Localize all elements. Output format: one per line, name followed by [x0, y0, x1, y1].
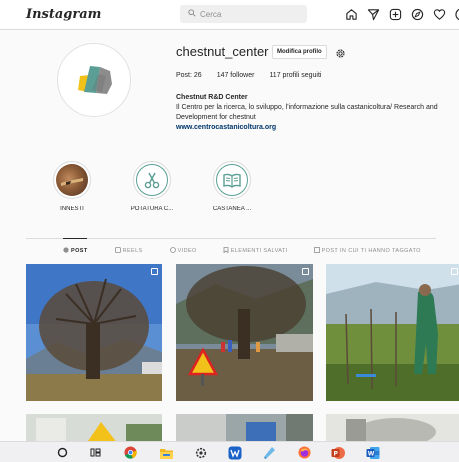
post-tile[interactable] — [176, 414, 313, 444]
post-image-warning-sign — [176, 264, 313, 401]
post-image-preview — [26, 414, 162, 444]
add-post-icon[interactable] — [387, 6, 403, 22]
settings-gear-icon[interactable] — [335, 46, 346, 58]
svg-text:W: W — [367, 450, 374, 457]
search-input[interactable]: Cerca — [180, 5, 307, 23]
post-tile[interactable] — [326, 264, 459, 401]
following-count[interactable]: 117 profili seguiti — [269, 72, 321, 79]
firefox-icon[interactable] — [297, 445, 312, 460]
heart-icon[interactable] — [431, 6, 447, 22]
tab-post[interactable]: POST — [63, 247, 88, 255]
tab-video[interactable]: VIDEO — [169, 247, 197, 255]
nav-icon-group — [343, 6, 459, 22]
highlight-potatura[interactable]: POTATURA C... — [124, 161, 180, 212]
scissors-icon — [136, 164, 168, 196]
search-icon — [188, 9, 196, 19]
profile-stats: Post: 26 147 follower 117 profili seguit… — [176, 72, 321, 79]
windows-taskbar: P W — [0, 441, 459, 462]
profile-picture[interactable] — [57, 43, 131, 117]
tab-saved[interactable]: ELEMENTI SALVATI — [223, 247, 288, 255]
profile-username: chestnut_center — [176, 44, 269, 59]
website-link[interactable]: www.centrocastanicoltura.org — [176, 123, 456, 133]
reels-icon — [114, 247, 121, 255]
paint-icon[interactable] — [262, 445, 277, 460]
bio-text: Il Centro per la ricerca, lo sviluppo, l… — [176, 104, 438, 121]
tab-tagged[interactable]: POST IN CUI TI HANNO TAGGATO — [313, 247, 421, 255]
tab-divider — [26, 238, 436, 239]
tab-label: VIDEO — [177, 248, 197, 254]
chestnut-center-logo-icon — [78, 66, 112, 94]
post-image-chestnut-tree — [26, 264, 162, 401]
multiple-images-icon — [451, 268, 458, 275]
tab-label: REELS — [122, 248, 143, 254]
highlight-castanea[interactable]: CASTANEA ... — [204, 161, 260, 212]
posts-count: Post: 26 — [176, 72, 202, 79]
post-tile[interactable] — [326, 414, 459, 444]
tab-reels[interactable]: REELS — [114, 247, 143, 255]
top-navigation-bar: Instagram Cerca — [0, 0, 459, 30]
story-highlights: INNESTI POTATURA C... CASTANEA ... — [44, 161, 260, 212]
multiple-images-icon — [151, 268, 158, 275]
profile-tabs: POST REELS VIDEO ELEMENTI SALVATI POST I… — [26, 247, 436, 255]
book-icon — [216, 164, 248, 196]
highlight-label: POTATURA C... — [130, 206, 174, 212]
grid-icon — [63, 247, 69, 255]
highlight-innesti[interactable]: INNESTI — [44, 161, 100, 212]
video-icon — [169, 247, 176, 255]
post-tile[interactable] — [26, 414, 162, 444]
search-placeholder: Cerca — [200, 9, 222, 19]
profile-bio: Chestnut R&D Center Il Centro per la ric… — [176, 93, 456, 133]
file-explorer-icon[interactable] — [159, 445, 174, 460]
task-view-icon[interactable] — [88, 445, 103, 460]
highlight-label: INNESTI — [60, 206, 84, 212]
start-icon[interactable] — [55, 445, 70, 460]
store-icon[interactable] — [227, 445, 242, 460]
svg-text:P: P — [333, 450, 338, 457]
explore-icon[interactable] — [409, 6, 425, 22]
active-tab-indicator — [63, 238, 87, 239]
post-tile[interactable] — [26, 264, 162, 401]
post-tile[interactable] — [176, 264, 313, 401]
instagram-logo[interactable]: Instagram — [26, 7, 101, 22]
tab-label: ELEMENTI SALVATI — [230, 248, 288, 254]
bookmark-icon — [223, 247, 229, 255]
instagram-profile-page: Instagram Cerca chestnut_center Modifica… — [0, 0, 459, 462]
tag-icon — [313, 247, 320, 255]
tab-label: POST — [71, 248, 88, 254]
edit-profile-button[interactable]: Modifica profilo — [272, 45, 327, 59]
highlight-label: CASTANEA ... — [212, 206, 252, 212]
post-image-orchard-worker — [326, 264, 459, 401]
followers-count[interactable]: 147 follower — [217, 72, 255, 79]
tab-label: POST IN CUI TI HANNO TAGGATO — [321, 248, 421, 254]
powerpoint-icon[interactable]: P — [330, 445, 345, 460]
display-name: Chestnut R&D Center — [176, 94, 248, 101]
word-icon[interactable]: W — [365, 445, 380, 460]
grafting-photo — [56, 164, 88, 196]
send-icon[interactable] — [365, 6, 381, 22]
multiple-images-icon — [302, 268, 309, 275]
post-image-preview — [326, 414, 459, 444]
home-icon[interactable] — [343, 6, 359, 22]
chrome-icon[interactable] — [123, 445, 138, 460]
profile-avatar[interactable] — [453, 6, 459, 22]
settings-icon[interactable] — [193, 445, 208, 460]
post-image-preview — [176, 414, 313, 444]
